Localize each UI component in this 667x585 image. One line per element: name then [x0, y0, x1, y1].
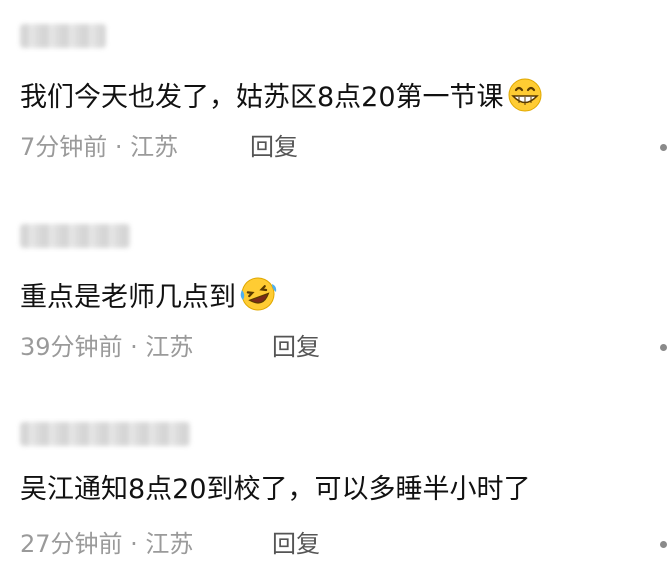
comment-body: 我们今天也发了，姑苏区8点20第一节课	[20, 78, 544, 122]
like-icon[interactable]	[660, 144, 667, 151]
comment-text: 重点是老师几点到	[20, 282, 236, 313]
comment-item: 重点是老师几点到 39分钟前 · 江苏 回复	[0, 220, 667, 370]
reply-button[interactable]: 回复	[272, 331, 320, 363]
comment-text: 我们今天也发了，姑苏区8点20第一节课	[20, 82, 504, 113]
comment-item: 吴江通知8点20到校了，可以多睡半小时了 27分钟前 · 江苏 回复	[0, 418, 667, 585]
comment-item: 我们今天也发了，姑苏区8点20第一节课 7分钟前 · 江苏 回复	[0, 20, 667, 170]
grinning-face-emoji-icon	[506, 78, 544, 122]
reply-button[interactable]: 回复	[272, 528, 320, 560]
comment-meta: 27分钟前 · 江苏	[20, 530, 194, 558]
comment-text: 吴江通知8点20到校了，可以多睡半小时了	[20, 474, 531, 505]
comment-meta: 7分钟前 · 江苏	[20, 133, 179, 161]
like-icon[interactable]	[660, 541, 667, 548]
comment-meta: 39分钟前 · 江苏	[20, 333, 194, 361]
like-icon[interactable]	[660, 344, 667, 351]
comment-body: 重点是老师几点到	[20, 276, 278, 322]
blurred-username	[20, 24, 106, 48]
blurred-username	[20, 224, 130, 248]
reply-button[interactable]: 回复	[250, 131, 298, 163]
comment-body: 吴江通知8点20到校了，可以多睡半小时了	[20, 472, 531, 508]
blurred-username	[20, 422, 190, 446]
laughing-crying-face-emoji-icon	[238, 276, 278, 322]
